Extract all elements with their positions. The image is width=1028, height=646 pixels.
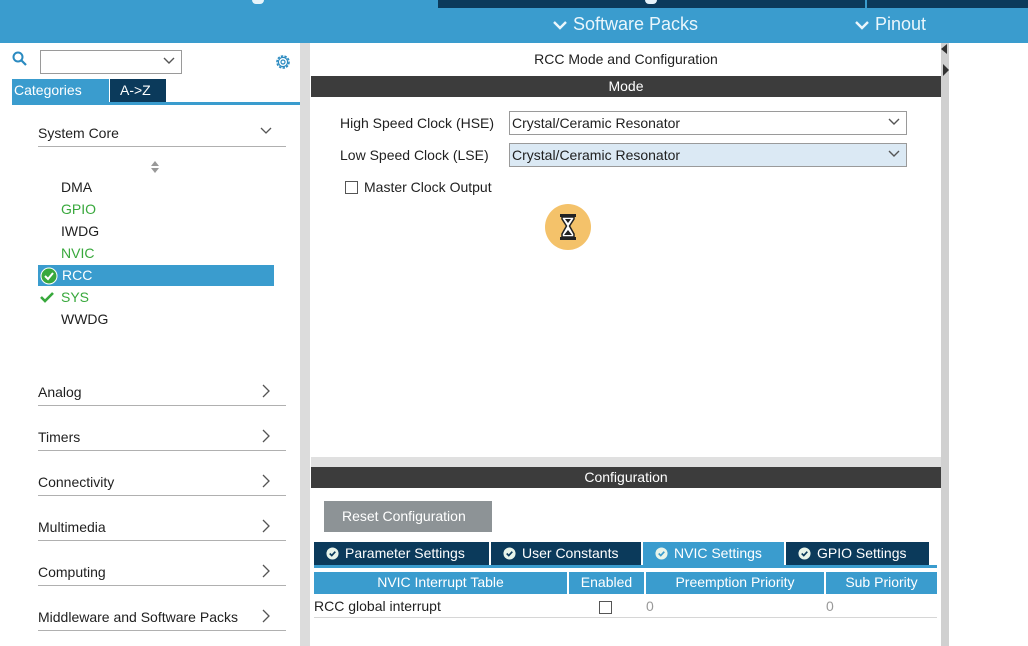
interrupt-name: RCC global interrupt	[314, 598, 441, 614]
category-multimedia[interactable]: Multimedia	[38, 513, 286, 541]
tab-label: User Constants	[522, 545, 619, 561]
hse-label: High Speed Clock (HSE)	[340, 115, 495, 131]
column-header-sub-priority[interactable]: Sub Priority	[826, 572, 937, 594]
category-label: Multimedia	[38, 519, 106, 535]
peripheral-rcc[interactable]: RCC	[38, 265, 274, 286]
configuration-header: Configuration	[311, 467, 941, 488]
table-row[interactable]: RCC global interrupt 0 0	[314, 595, 937, 618]
tab-user-constants[interactable]: User Constants	[491, 542, 641, 565]
chevron-right-icon	[262, 564, 270, 578]
chevron-down-icon	[888, 150, 900, 157]
panel-splitter[interactable]	[300, 43, 310, 646]
chevron-down-icon	[888, 118, 900, 125]
lse-select[interactable]: Crystal/Ceramic Resonator	[509, 143, 907, 167]
reset-configuration-button[interactable]: Reset Configuration	[324, 501, 492, 532]
sub-priority-value[interactable]: 0	[826, 598, 834, 614]
chevron-down-icon	[260, 127, 272, 134]
category-label: Middleware and Software Packs	[38, 609, 238, 625]
category-analog[interactable]: Analog	[38, 378, 286, 406]
mco-label: Master Clock Output	[364, 179, 492, 195]
tab-text-fragment	[252, 0, 264, 4]
check-circle-icon	[326, 547, 339, 560]
hse-value: Crystal/Ceramic Resonator	[512, 115, 681, 131]
peripheral-wwdg[interactable]: WWDG	[61, 311, 108, 327]
check-circle-icon	[655, 547, 668, 560]
check-icon	[40, 292, 54, 303]
check-circle-icon	[40, 267, 58, 285]
search-input[interactable]	[40, 50, 182, 74]
top-toolbar: Software Packs Pinout	[0, 0, 1028, 43]
preemption-priority-value[interactable]: 0	[646, 598, 654, 614]
chevron-down-icon	[163, 57, 175, 64]
pinout-menu[interactable]: Pinout	[855, 14, 926, 35]
parameter-tabs: Parameter Settings User Constants NVIC S…	[314, 542, 937, 568]
category-middleware[interactable]: Middleware and Software Packs	[38, 603, 286, 631]
lse-label: Low Speed Clock (LSE)	[340, 147, 489, 163]
busy-indicator	[545, 204, 591, 250]
software-packs-menu[interactable]: Software Packs	[553, 14, 698, 35]
tab-label: NVIC Settings	[674, 545, 762, 561]
category-system-core[interactable]: System Core	[38, 119, 286, 147]
top-tab-strip	[438, 0, 1028, 8]
check-circle-icon	[798, 547, 811, 560]
enabled-checkbox[interactable]	[599, 599, 612, 615]
section-divider	[311, 457, 941, 467]
mode-header: Mode	[311, 76, 941, 97]
tab-parameter-settings[interactable]: Parameter Settings	[314, 542, 489, 565]
tab-label: Parameter Settings	[345, 545, 465, 561]
peripheral-iwdg[interactable]: IWDG	[61, 223, 99, 239]
tab-gpio-settings[interactable]: GPIO Settings	[786, 542, 929, 565]
tab-nvic-settings[interactable]: NVIC Settings	[643, 542, 784, 565]
sort-icon[interactable]	[150, 161, 160, 173]
expand-icon[interactable]	[941, 64, 949, 76]
column-header-enabled[interactable]: Enabled	[569, 572, 644, 594]
category-timers[interactable]: Timers	[38, 423, 286, 451]
chevron-right-icon	[262, 474, 270, 488]
lse-value: Crystal/Ceramic Resonator	[512, 147, 681, 163]
check-circle-icon	[503, 547, 516, 560]
panel-splitter[interactable]	[941, 43, 949, 646]
category-label: Analog	[38, 384, 82, 400]
pinout-label: Pinout	[875, 14, 927, 34]
chevron-right-icon	[262, 519, 270, 533]
collapse-icon[interactable]	[941, 44, 949, 54]
column-header-preemption[interactable]: Preemption Priority	[646, 572, 824, 594]
peripheral-dma[interactable]: DMA	[61, 179, 92, 195]
hse-select[interactable]: Crystal/Ceramic Resonator	[509, 111, 907, 135]
search-icon[interactable]	[12, 51, 28, 67]
chevron-down-icon	[553, 20, 567, 30]
chevron-right-icon	[262, 429, 270, 443]
nvic-table-header: NVIC Interrupt Table Enabled Preemption …	[314, 572, 937, 594]
peripheral-label: RCC	[62, 267, 93, 283]
category-computing[interactable]: Computing	[38, 558, 286, 586]
mco-checkbox[interactable]	[345, 181, 358, 194]
category-label: Timers	[38, 429, 81, 445]
chevron-right-icon	[262, 384, 270, 398]
tab-a-to-z[interactable]: A->Z	[110, 79, 166, 102]
software-packs-label: Software Packs	[573, 14, 699, 34]
chevron-down-icon	[855, 20, 869, 30]
chevron-right-icon	[262, 609, 270, 623]
category-connectivity[interactable]: Connectivity	[38, 468, 286, 496]
hourglass-icon	[560, 214, 576, 240]
peripheral-sys[interactable]: SYS	[61, 289, 89, 305]
mco-row[interactable]: Master Clock Output	[345, 179, 492, 195]
category-label: Computing	[38, 564, 106, 580]
category-label: System Core	[38, 125, 119, 141]
search-row	[12, 48, 300, 74]
peripheral-gpio[interactable]: GPIO	[61, 201, 96, 217]
category-label: Connectivity	[38, 474, 115, 490]
tab-label: GPIO Settings	[817, 545, 907, 561]
categories-panel: Categories A->Z System Core DMA GPIO IWD…	[12, 43, 300, 646]
panel-title: RCC Mode and Configuration	[534, 51, 718, 67]
peripheral-nvic[interactable]: NVIC	[61, 245, 94, 261]
tab-categories[interactable]: Categories	[12, 79, 109, 102]
column-header-interrupt[interactable]: NVIC Interrupt Table	[314, 572, 567, 594]
category-tabs: Categories A->Z	[12, 79, 300, 105]
gear-icon[interactable]	[274, 53, 292, 71]
rcc-config-panel: RCC Mode and Configuration Mode High Spe…	[311, 43, 941, 646]
